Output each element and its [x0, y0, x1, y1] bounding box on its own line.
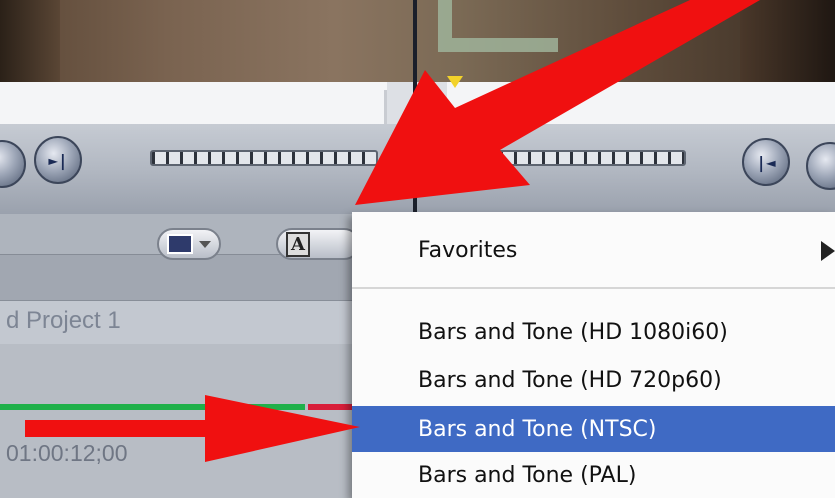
annotation-arrow-top-icon — [355, 0, 760, 205]
annotation-arrows — [25, 0, 760, 462]
annotation-arrow-bottom-icon — [25, 395, 360, 462]
